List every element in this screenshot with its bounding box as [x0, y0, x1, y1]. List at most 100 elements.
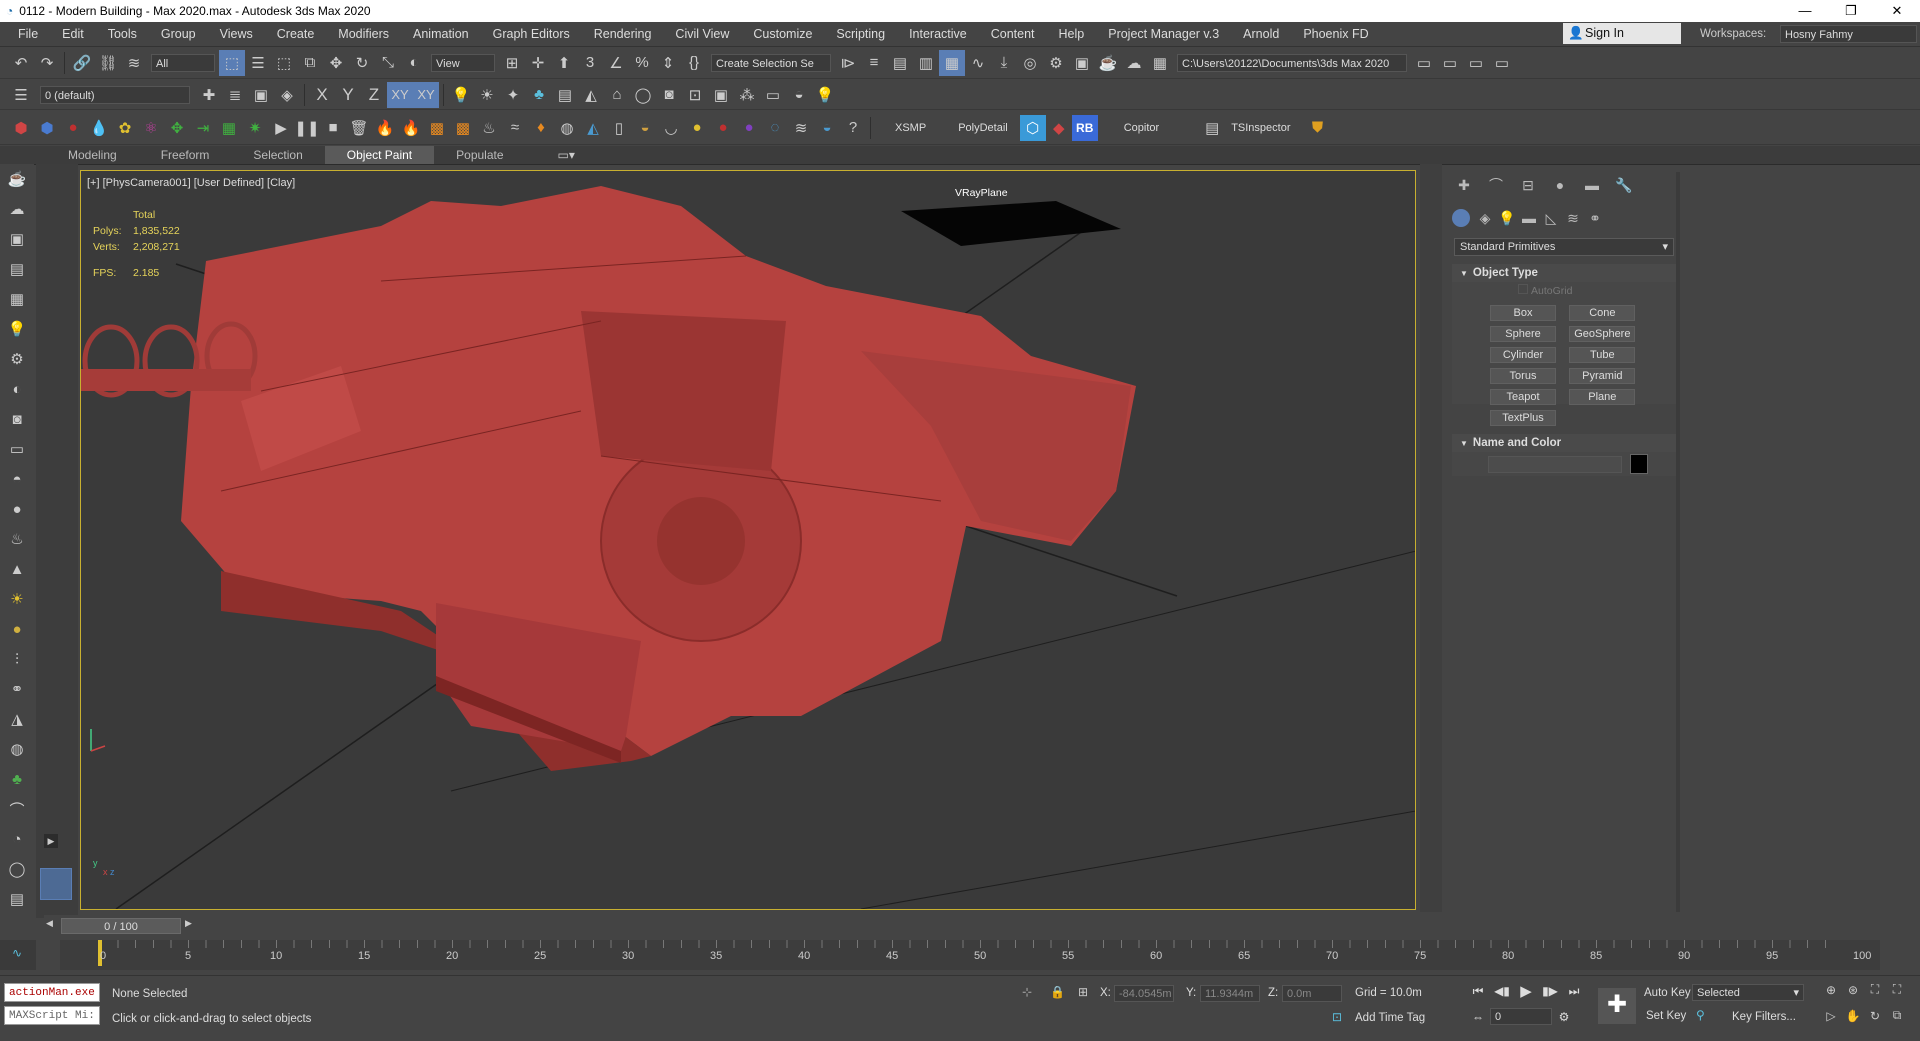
spinner-snap-icon[interactable]: ⇕ — [655, 50, 681, 76]
helpers-category-icon[interactable]: ◺ — [1540, 207, 1562, 229]
reference-coordinate-dropdown[interactable]: View — [431, 53, 495, 72]
render-cloud-icon[interactable]: ☁ — [1121, 50, 1147, 76]
tool-sun-icon[interactable]: ☀ — [0, 584, 34, 614]
cube-plugin-icon[interactable]: ⬡ — [1019, 114, 1046, 141]
unlink-icon[interactable]: ⛓ — [95, 50, 121, 76]
time-slider-thumb[interactable]: 0 / 100 — [61, 918, 181, 934]
tool-hf-icon[interactable]: ⌒ — [0, 794, 34, 824]
sphere-button[interactable]: Sphere — [1490, 326, 1556, 342]
tab-populate[interactable]: Populate — [434, 146, 525, 164]
vray-plane-object[interactable] — [901, 201, 1121, 246]
lights-category-icon[interactable]: 💡 — [1496, 207, 1518, 229]
purple-ball-icon[interactable]: ● — [736, 115, 762, 141]
hierarchy-tab-icon[interactable]: ⊟ — [1512, 174, 1544, 196]
rendered-frame-icon[interactable]: ▣ — [1069, 50, 1095, 76]
lister-icon[interactable]: ⁂ — [734, 82, 760, 108]
liquid-icon[interactable]: ◭ — [580, 115, 606, 141]
workspace-dropdown[interactable]: Hosny Fahmy — [1780, 25, 1917, 43]
menu-project-manager[interactable]: Project Manager v.3 — [1094, 22, 1229, 46]
blue-cube-icon[interactable]: ⬢ — [34, 115, 60, 141]
menu-edit[interactable]: Edit — [48, 22, 94, 46]
light-lister-icon[interactable]: 💡 — [812, 82, 838, 108]
geometry-category-icon[interactable] — [1452, 209, 1470, 227]
pivot-center-icon[interactable]: ⊞ — [499, 50, 525, 76]
axis-x-button[interactable]: X — [309, 82, 335, 108]
render-production-icon[interactable]: ☕ — [1095, 50, 1121, 76]
fire-source-icon[interactable]: 🔥 — [398, 115, 424, 141]
time-slider-track[interactable] — [44, 915, 1920, 937]
tool-teacup-icon[interactable]: ♨ — [0, 524, 34, 554]
time-tag-icon[interactable]: ⊡ — [1332, 1010, 1342, 1024]
wind-icon[interactable]: ≈ — [502, 115, 528, 141]
maxscript-listener-output[interactable]: actionMan.exe — [4, 983, 100, 1002]
pause-simulation-icon[interactable]: ❚❚ — [294, 115, 320, 141]
snaps-toggle-icon[interactable]: 3 — [577, 50, 603, 76]
fire-flow-icon[interactable]: ▩ — [450, 115, 476, 141]
time-slider-next-icon[interactable]: ▶ — [185, 918, 192, 929]
duck-icon[interactable]: ● — [684, 115, 710, 141]
undo-icon[interactable]: ↶ — [8, 50, 34, 76]
create-layer-icon[interactable]: ✚ — [196, 82, 222, 108]
render-iterative-icon[interactable]: ▦ — [1147, 50, 1173, 76]
angle-snap-icon[interactable]: ∠ — [603, 50, 629, 76]
polydetail-button[interactable]: PolyDetail — [958, 122, 1008, 134]
diamond-plugin-icon[interactable]: ◆ — [1046, 115, 1072, 141]
y-coord-field[interactable]: 11.9344m — [1200, 985, 1260, 1002]
name-color-rollout-header[interactable]: ▼ Name and Color — [1452, 434, 1676, 452]
viewport-ipr-icon[interactable]: ▣ — [708, 82, 734, 108]
sun-icon[interactable]: ☀ — [474, 82, 500, 108]
xsmp-button[interactable]: XSMP — [895, 122, 926, 134]
primitive-category-dropdown[interactable]: Standard Primitives ▾ — [1454, 238, 1674, 256]
tool-plant-icon[interactable]: ♣ — [0, 764, 34, 794]
menu-graph-editors[interactable]: Graph Editors — [479, 22, 580, 46]
utilities-tab-icon[interactable]: 🔧 — [1608, 174, 1640, 196]
play-simulation-icon[interactable]: ▶ — [268, 115, 294, 141]
tool-b-icon[interactable]: ▭ — [1489, 50, 1515, 76]
zoom-icon[interactable]: ⊕ — [1820, 983, 1842, 997]
object-name-field[interactable] — [1488, 456, 1622, 473]
tool-light-icon[interactable]: 💡 — [0, 314, 34, 344]
tool-globe-icon[interactable]: ◍ — [0, 734, 34, 764]
scale-icon[interactable]: ⤡ — [375, 50, 401, 76]
edit-named-selection-icon[interactable]: {} — [681, 50, 707, 76]
scene-explorer-icon[interactable]: ▤ — [887, 50, 913, 76]
next-frame-icon[interactable]: ▮▶ — [1538, 984, 1562, 998]
drop-icon[interactable]: 💧 — [86, 115, 112, 141]
selection-filter-dropdown[interactable]: All — [151, 53, 215, 72]
rb-plugin-button[interactable]: RB — [1071, 114, 1098, 141]
menu-interactive[interactable]: Interactive — [895, 22, 977, 46]
material-icon[interactable]: ◒ — [786, 82, 812, 108]
cone-button[interactable]: Cone — [1569, 305, 1636, 321]
play-icon[interactable]: ▶ — [1514, 982, 1538, 1000]
light-icon[interactable]: 💡 — [448, 82, 474, 108]
x-coord-field[interactable]: -84.0545m — [1114, 985, 1174, 1002]
smoke-icon[interactable]: ♨ — [476, 115, 502, 141]
fire-icon[interactable]: 🔥 — [372, 115, 398, 141]
panel-splitter[interactable] — [1420, 164, 1442, 912]
rotate-icon[interactable]: ↻ — [349, 50, 375, 76]
layer-explorer-icon[interactable]: ▥ — [913, 50, 939, 76]
bucket-icon[interactable]: ◒ — [632, 115, 658, 141]
tsinspector-icon[interactable]: ▤ — [1199, 115, 1225, 141]
viewport-label[interactable]: [+] [PhysCamera001] [User Defined] [Clay… — [87, 177, 295, 189]
menu-animation[interactable]: Animation — [399, 22, 479, 46]
menu-file[interactable]: File — [4, 22, 48, 46]
zoom-all-icon[interactable]: ⊛ — [1842, 983, 1864, 997]
help-icon[interactable]: ? — [840, 115, 866, 141]
shapes-category-icon[interactable]: ◈ — [1474, 207, 1496, 229]
previous-frame-icon[interactable]: ◀▮ — [1490, 984, 1514, 998]
tool-table-icon[interactable]: ▦ — [0, 284, 34, 314]
green-move-icon[interactable]: ✥ — [164, 115, 190, 141]
tool-gold-sphere-icon[interactable]: ● — [0, 614, 34, 644]
perspective-viewport[interactable]: [+] [PhysCamera001] [User Defined] [Clay… — [80, 170, 1416, 910]
redo-icon[interactable]: ↷ — [34, 50, 60, 76]
sphere-fade-icon[interactable]: ◯ — [630, 82, 656, 108]
track-bar[interactable]: 0 5 10 15 20 25 30 35 40 45 50 55 60 65 … — [60, 940, 1880, 970]
systems-category-icon[interactable]: ⚭ — [1584, 207, 1606, 229]
keyboard-shortcut-override-icon[interactable]: ⬆ — [551, 50, 577, 76]
axis-z-button[interactable]: Z — [361, 82, 387, 108]
orbit-icon[interactable]: ↻ — [1864, 1009, 1886, 1023]
box-button[interactable]: Box — [1490, 305, 1556, 321]
auto-key-button[interactable]: Auto Key — [1644, 987, 1691, 999]
select-by-name-icon[interactable]: ☰ — [245, 50, 271, 76]
